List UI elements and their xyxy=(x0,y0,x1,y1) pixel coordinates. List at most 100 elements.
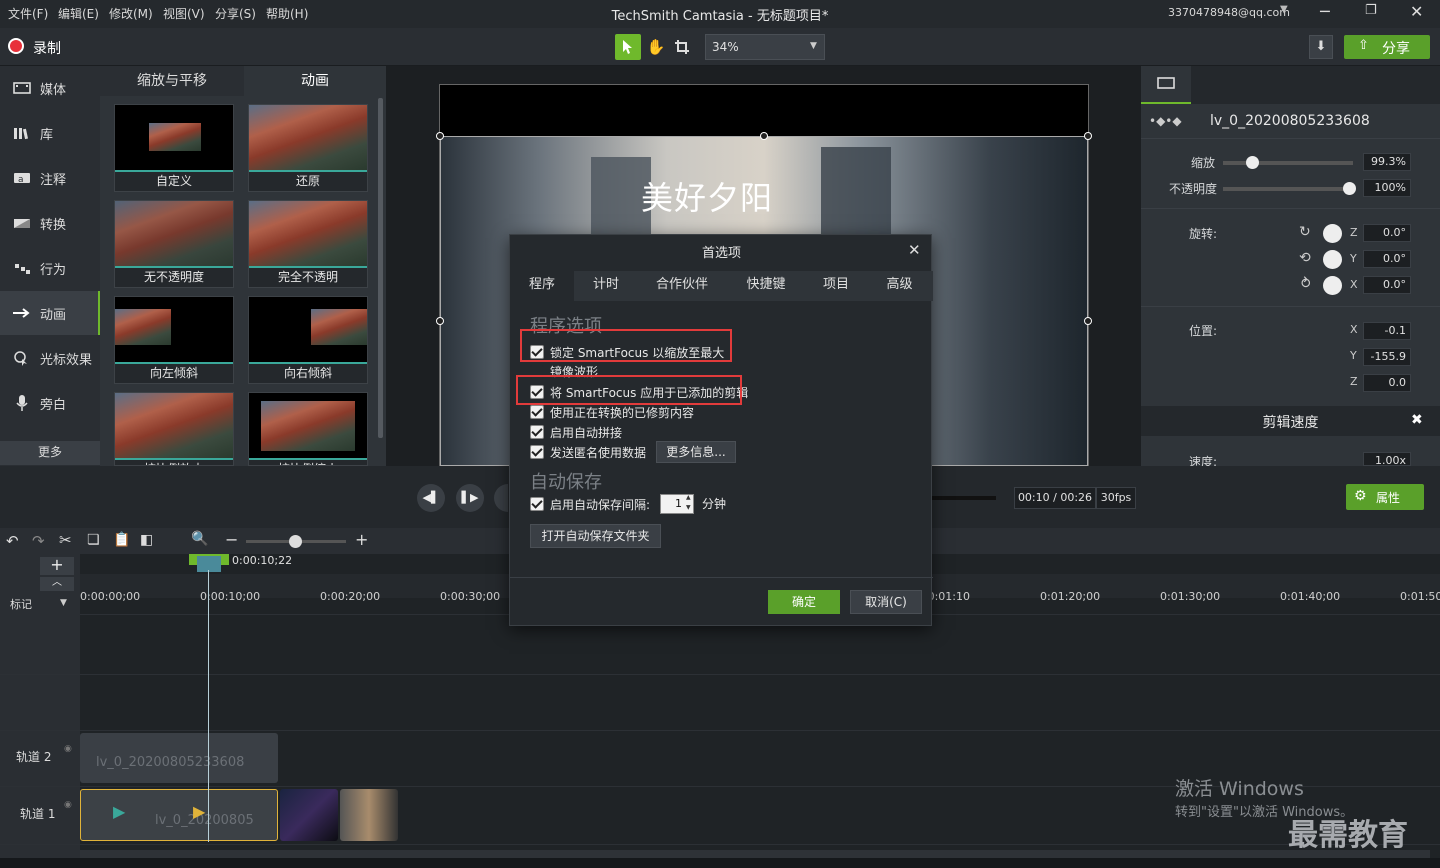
autosave-interval-stepper[interactable]: 1 ▲ ▼ xyxy=(660,494,694,514)
sidebar-item-animations[interactable]: 动画 xyxy=(0,291,100,335)
rotate-x-dial[interactable] xyxy=(1323,276,1342,295)
menu-file[interactable]: 文件(F) xyxy=(8,5,48,22)
menu-view[interactable]: 视图(V) xyxy=(163,5,205,22)
playhead-handle[interactable] xyxy=(197,556,221,572)
cut-icon[interactable]: ✂ xyxy=(59,531,72,549)
menu-edit[interactable]: 编辑(E) xyxy=(58,5,99,22)
scale-value[interactable]: 99.3% xyxy=(1363,153,1411,171)
eye-icon[interactable]: ◉ xyxy=(64,744,72,754)
crop-tool-icon[interactable] xyxy=(670,34,694,60)
rotation-y-value[interactable]: 0.0° xyxy=(1363,250,1411,268)
menu-share[interactable]: 分享(S) xyxy=(215,5,256,22)
zoom-out-icon[interactable]: − xyxy=(225,530,238,549)
more-info-button[interactable]: 更多信息... xyxy=(656,441,736,463)
zoom-in-icon[interactable]: + xyxy=(355,530,368,549)
zoom-search-icon[interactable]: 🔍 xyxy=(191,531,208,547)
play-icon[interactable]: ▌▶ xyxy=(456,484,484,512)
sidebar-item-media[interactable]: 媒体 xyxy=(0,66,100,110)
copy-icon[interactable]: ❏ xyxy=(87,532,100,548)
animation-tile-no-opacity[interactable]: 无不透明度 xyxy=(114,200,234,288)
tab-timing[interactable]: 计时 xyxy=(574,271,638,301)
animation-tile-custom[interactable]: 自定义 xyxy=(114,104,234,192)
resize-handle[interactable] xyxy=(436,132,444,140)
redo-icon[interactable]: ↷ xyxy=(32,532,45,550)
scale-slider-thumb[interactable] xyxy=(1246,156,1259,169)
position-y-value[interactable]: -155.9 xyxy=(1363,348,1411,366)
timeline-zoom-thumb[interactable] xyxy=(289,535,302,548)
scale-slider[interactable] xyxy=(1223,161,1353,165)
track-1-label[interactable]: 轨道 1 xyxy=(20,805,55,822)
library-scrollbar[interactable] xyxy=(378,98,383,438)
animation-tile-tilt-left[interactable]: 向左倾斜 xyxy=(114,296,234,384)
cancel-button[interactable]: 取消(C) xyxy=(850,590,922,614)
sidebar-item-voice-narration[interactable]: 旁白 xyxy=(0,381,100,425)
tab-partners[interactable]: 合作伙伴 xyxy=(638,271,726,301)
previous-frame-icon[interactable]: ◀▌ xyxy=(417,484,445,512)
close-icon[interactable]: ✕ xyxy=(1410,2,1423,21)
account-menu[interactable]: 3370478948@qq.com xyxy=(1168,6,1290,19)
checkbox-auto-stitch[interactable] xyxy=(530,425,544,439)
tab-shortcuts[interactable]: 快捷键 xyxy=(726,271,806,301)
eye-icon[interactable]: ◉ xyxy=(64,800,72,810)
record-icon[interactable] xyxy=(8,38,24,54)
tab-program[interactable]: 程序 xyxy=(510,271,574,301)
zoom-select[interactable]: 34% ▼ xyxy=(705,34,825,60)
record-button[interactable]: 录制 xyxy=(33,38,61,58)
speed-value[interactable]: 1.00x xyxy=(1363,452,1411,466)
animation-arrow-icon[interactable]: ▶ xyxy=(113,802,125,821)
animation-tile-restore[interactable]: 还原 xyxy=(248,104,368,192)
stepper-down-icon[interactable]: ▼ xyxy=(686,504,691,511)
checkbox-trimmed-content[interactable] xyxy=(530,405,544,419)
resize-handle[interactable] xyxy=(760,132,768,140)
select-tool-icon[interactable] xyxy=(615,34,641,60)
collapse-icon[interactable]: ︿ xyxy=(40,577,74,591)
resize-handle[interactable] xyxy=(436,317,444,325)
menu-modify[interactable]: 修改(M) xyxy=(109,5,153,22)
open-autosave-folder-button[interactable]: 打开自动保存文件夹 xyxy=(530,524,661,548)
share-button[interactable]: ⇧ 分享 xyxy=(1344,35,1430,59)
sidebar-item-library[interactable]: 库 xyxy=(0,111,100,155)
opacity-slider[interactable] xyxy=(1223,187,1353,191)
dialog-close-icon[interactable]: ✕ xyxy=(908,241,921,259)
animation-tile-tilt-right[interactable]: 向右倾斜 xyxy=(248,296,368,384)
checkbox-anonymous-data[interactable] xyxy=(530,445,544,459)
track-2-label[interactable]: 轨道 2 xyxy=(16,748,51,765)
clip-track1[interactable]: lv_0_20200805 ▶ ▶ xyxy=(80,789,278,841)
sidebar-item-transitions[interactable]: 转换 xyxy=(0,201,100,245)
rotation-z-value[interactable]: 0.0° xyxy=(1363,224,1411,242)
account-dropdown-icon[interactable]: ▼ xyxy=(1280,4,1288,15)
checkbox-autosave[interactable] xyxy=(530,497,544,511)
resize-handle[interactable] xyxy=(1084,317,1092,325)
undo-icon[interactable]: ↶ xyxy=(6,532,19,550)
next-frame-icon[interactable] xyxy=(494,484,508,512)
ok-button[interactable]: 确定 xyxy=(768,590,840,614)
opacity-value[interactable]: 100% xyxy=(1363,179,1411,197)
tab-advanced[interactable]: 高级 xyxy=(866,271,933,301)
resize-handle[interactable] xyxy=(1084,132,1092,140)
add-track-icon[interactable]: + xyxy=(40,557,74,575)
stepper-up-icon[interactable]: ▲ xyxy=(686,494,691,501)
minimize-icon[interactable]: ─ xyxy=(1320,2,1330,21)
restore-icon[interactable]: ❐ xyxy=(1365,3,1377,18)
marker-label[interactable]: 标记 xyxy=(10,596,32,612)
split-icon[interactable]: ◧ xyxy=(140,532,153,548)
tab-zoom-pan[interactable]: 缩放与平移 xyxy=(100,66,244,96)
pan-tool-icon[interactable]: ✋ xyxy=(644,34,668,60)
visual-properties-tab[interactable] xyxy=(1141,66,1191,104)
properties-button[interactable]: ⚙ 属性 xyxy=(1346,484,1424,510)
marker-dropdown-icon[interactable]: ▼ xyxy=(60,598,67,608)
overlay-text[interactable]: 美好夕阳 xyxy=(641,173,773,219)
animation-tile-full-opacity[interactable]: 完全不透明 xyxy=(248,200,368,288)
rotate-z-dial[interactable] xyxy=(1323,224,1342,243)
clip-thumbnail[interactable] xyxy=(280,789,338,841)
position-z-value[interactable]: 0.0 xyxy=(1363,374,1411,392)
sidebar-item-annotations[interactable]: a 注释 xyxy=(0,156,100,200)
sidebar-item-behaviors[interactable]: 行为 xyxy=(0,246,100,290)
clip-thumbnail[interactable] xyxy=(340,789,398,841)
rotation-x-value[interactable]: 0.0° xyxy=(1363,276,1411,294)
animation-tile-scale-up[interactable]: 按比例放大 xyxy=(114,392,234,466)
clip-track2[interactable]: lv_0_20200805233608 xyxy=(80,733,278,783)
position-x-value[interactable]: -0.1 xyxy=(1363,322,1411,340)
menu-help[interactable]: 帮助(H) xyxy=(266,5,308,22)
tab-project[interactable]: 项目 xyxy=(806,271,866,301)
